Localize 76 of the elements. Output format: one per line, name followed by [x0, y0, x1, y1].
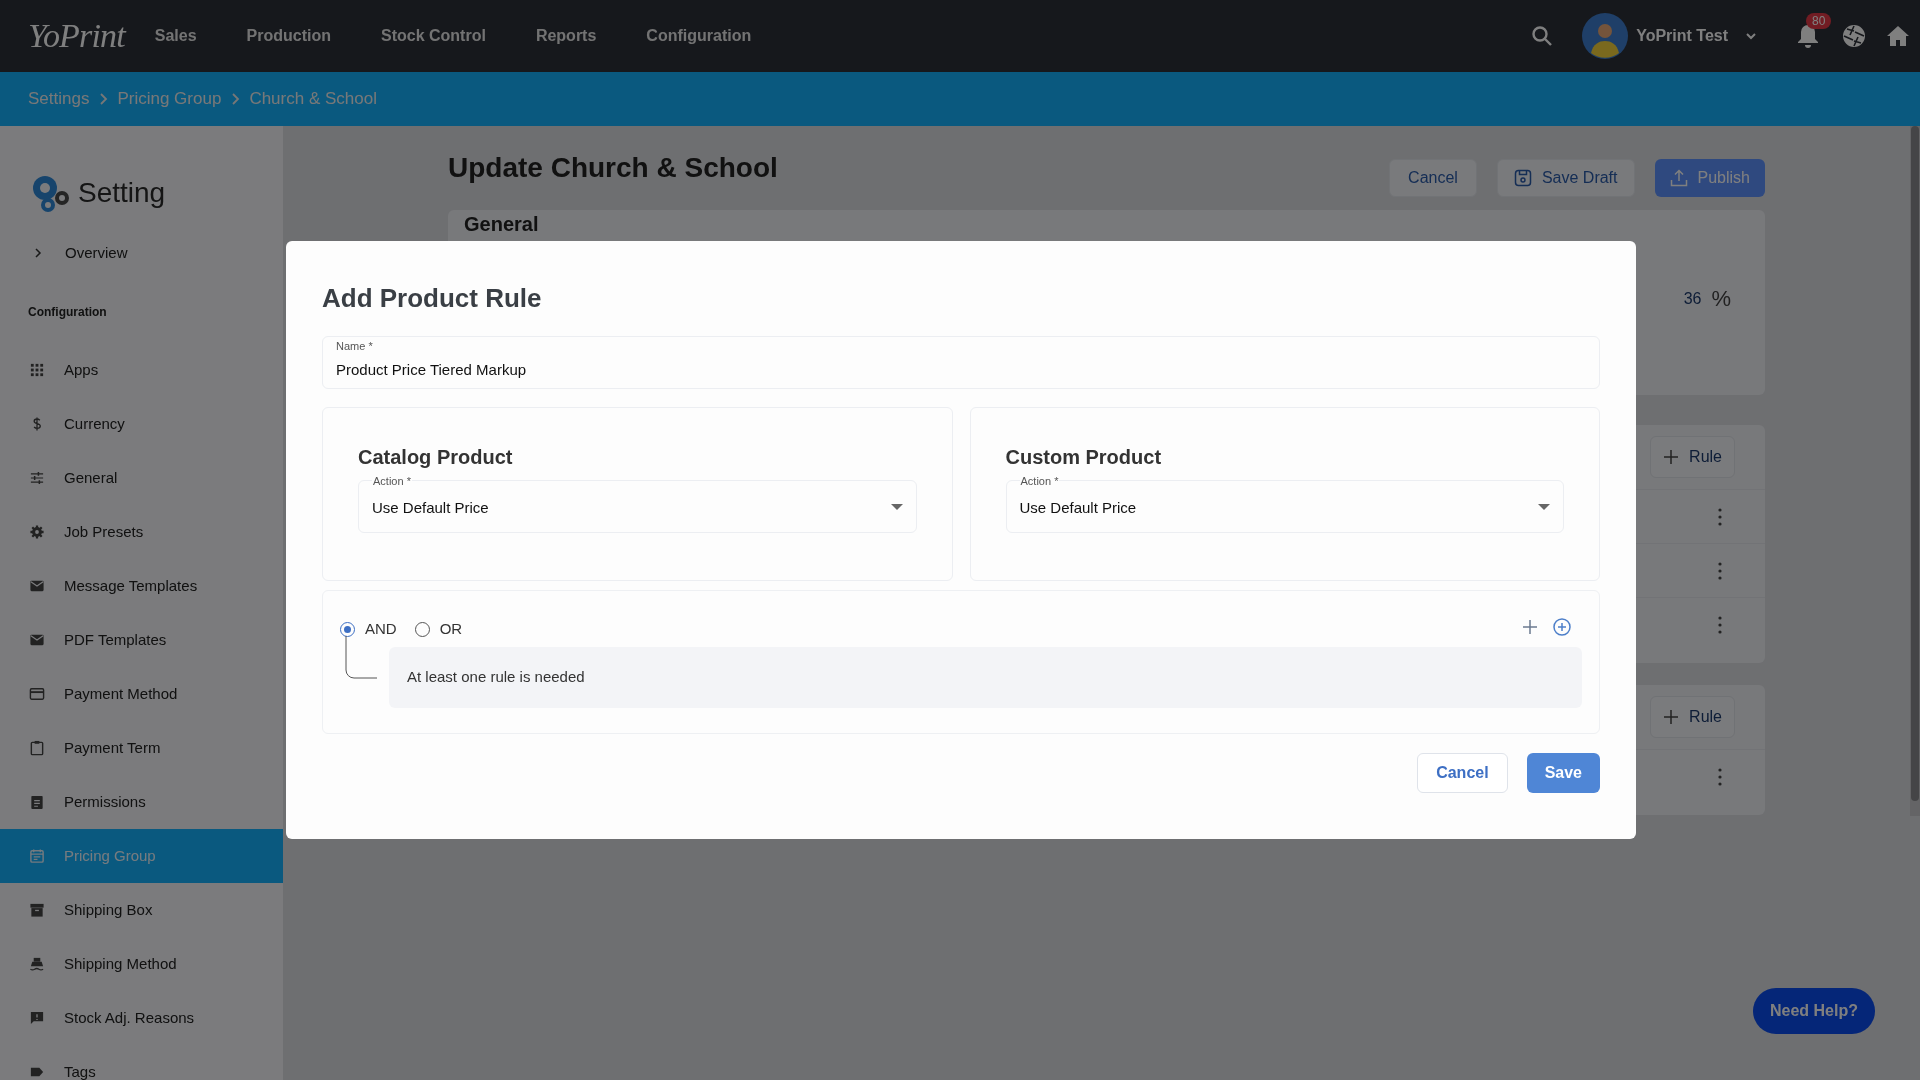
clipboard-list-icon — [29, 794, 45, 810]
card-icon — [29, 686, 45, 702]
aperture-icon[interactable] — [1842, 24, 1866, 48]
card-title: General — [464, 213, 539, 235]
cancel-button[interactable]: Cancel — [1389, 159, 1477, 197]
panel-title: Catalog Product — [358, 445, 514, 468]
user-name[interactable]: YoPrint Test — [1636, 24, 1728, 48]
logo[interactable]: YoPrint — [28, 15, 125, 57]
scrollbar-thumb[interactable] — [1911, 126, 1919, 801]
notification-badge: 80 — [1806, 13, 1832, 29]
save-icon — [1513, 169, 1532, 187]
chevron-right-icon — [98, 93, 109, 105]
clipboard-icon — [29, 740, 45, 756]
add-rule-button[interactable]: Rule — [1650, 436, 1735, 478]
save-button[interactable]: Save — [1526, 753, 1600, 793]
grid-icon — [29, 362, 45, 378]
name-field[interactable]: Name * Product Price Tiered Markup — [322, 336, 1600, 389]
section-label: Configuration — [28, 303, 107, 321]
mail-icon — [29, 578, 45, 594]
nav-link[interactable]: Production — [246, 24, 331, 48]
sidebar-item[interactable]: PDF Templates — [0, 613, 283, 667]
upload-icon — [1669, 169, 1688, 187]
sliders-icon — [29, 470, 45, 486]
help-button[interactable]: Need Help? — [1753, 988, 1875, 1034]
nav-link[interactable]: Configuration — [646, 24, 752, 48]
sidebar-title: Setting — [78, 176, 166, 210]
chevron-right-icon — [33, 248, 43, 258]
sidebar-item[interactable]: Stock Adj. Reasons — [0, 991, 283, 1045]
sidebar-item[interactable]: Currency — [0, 397, 283, 451]
nav-link[interactable]: Stock Control — [381, 24, 486, 48]
more-icon[interactable] — [1718, 767, 1722, 786]
radio-label[interactable]: OR — [439, 618, 463, 641]
sidebar-item[interactable]: General — [0, 451, 283, 505]
add-circle-icon[interactable] — [1553, 618, 1571, 636]
radio-label[interactable]: AND — [365, 618, 397, 641]
archive-icon — [29, 902, 45, 918]
panel-title: Custom Product — [1005, 445, 1163, 468]
empty-message: At least one rule is needed — [407, 667, 585, 688]
gear-icon — [29, 524, 45, 540]
sidebar-item[interactable]: Payment Method — [0, 667, 283, 721]
caret-icon — [890, 504, 903, 510]
chevron-right-icon — [230, 93, 241, 105]
modal-title: Add Product Rule — [322, 282, 543, 315]
plus-icon — [1663, 449, 1680, 465]
avatar-icon[interactable] — [1582, 13, 1629, 59]
mail-icon — [29, 632, 45, 648]
publish-button[interactable]: Publish — [1654, 159, 1765, 197]
plus-icon[interactable] — [1522, 619, 1538, 635]
more-icon[interactable] — [1718, 561, 1722, 580]
more-icon[interactable] — [1718, 615, 1722, 634]
sidebar-item[interactable]: Tags — [0, 1045, 283, 1080]
add-rule-button[interactable]: Rule — [1650, 696, 1735, 738]
sidebar-item[interactable]: Message Templates — [0, 559, 283, 613]
overview-item[interactable]: Overview — [0, 226, 283, 280]
markup-value: 36 — [1683, 288, 1702, 309]
sidebar-item[interactable]: Apps — [0, 343, 283, 397]
nav-link[interactable]: Sales — [154, 24, 197, 48]
bell-icon[interactable] — [1796, 23, 1820, 49]
feedback-icon — [29, 1010, 45, 1026]
sidebar-item[interactable]: Permissions — [0, 775, 283, 829]
connector-line — [345, 636, 377, 681]
save-draft-button[interactable]: Save Draft — [1496, 159, 1635, 197]
page-title: Update Church & School — [448, 151, 778, 185]
sidebar-item[interactable]: Shipping Box — [0, 883, 283, 937]
cancel-button[interactable]: Cancel — [1417, 753, 1508, 793]
caret-icon — [1538, 504, 1550, 510]
sidebar-item[interactable]: Shipping Method — [0, 937, 283, 991]
more-icon[interactable] — [1718, 507, 1722, 526]
sidebar-item[interactable]: Payment Term — [0, 721, 283, 775]
nav-link[interactable]: Reports — [535, 24, 597, 48]
calendar-icon — [29, 848, 45, 864]
sidebar-item[interactable]: Job Presets — [0, 505, 283, 559]
ship-icon — [29, 956, 45, 972]
plus-icon — [1663, 709, 1680, 725]
home-icon[interactable] — [1886, 25, 1910, 47]
percent-unit: % — [1711, 285, 1731, 313]
